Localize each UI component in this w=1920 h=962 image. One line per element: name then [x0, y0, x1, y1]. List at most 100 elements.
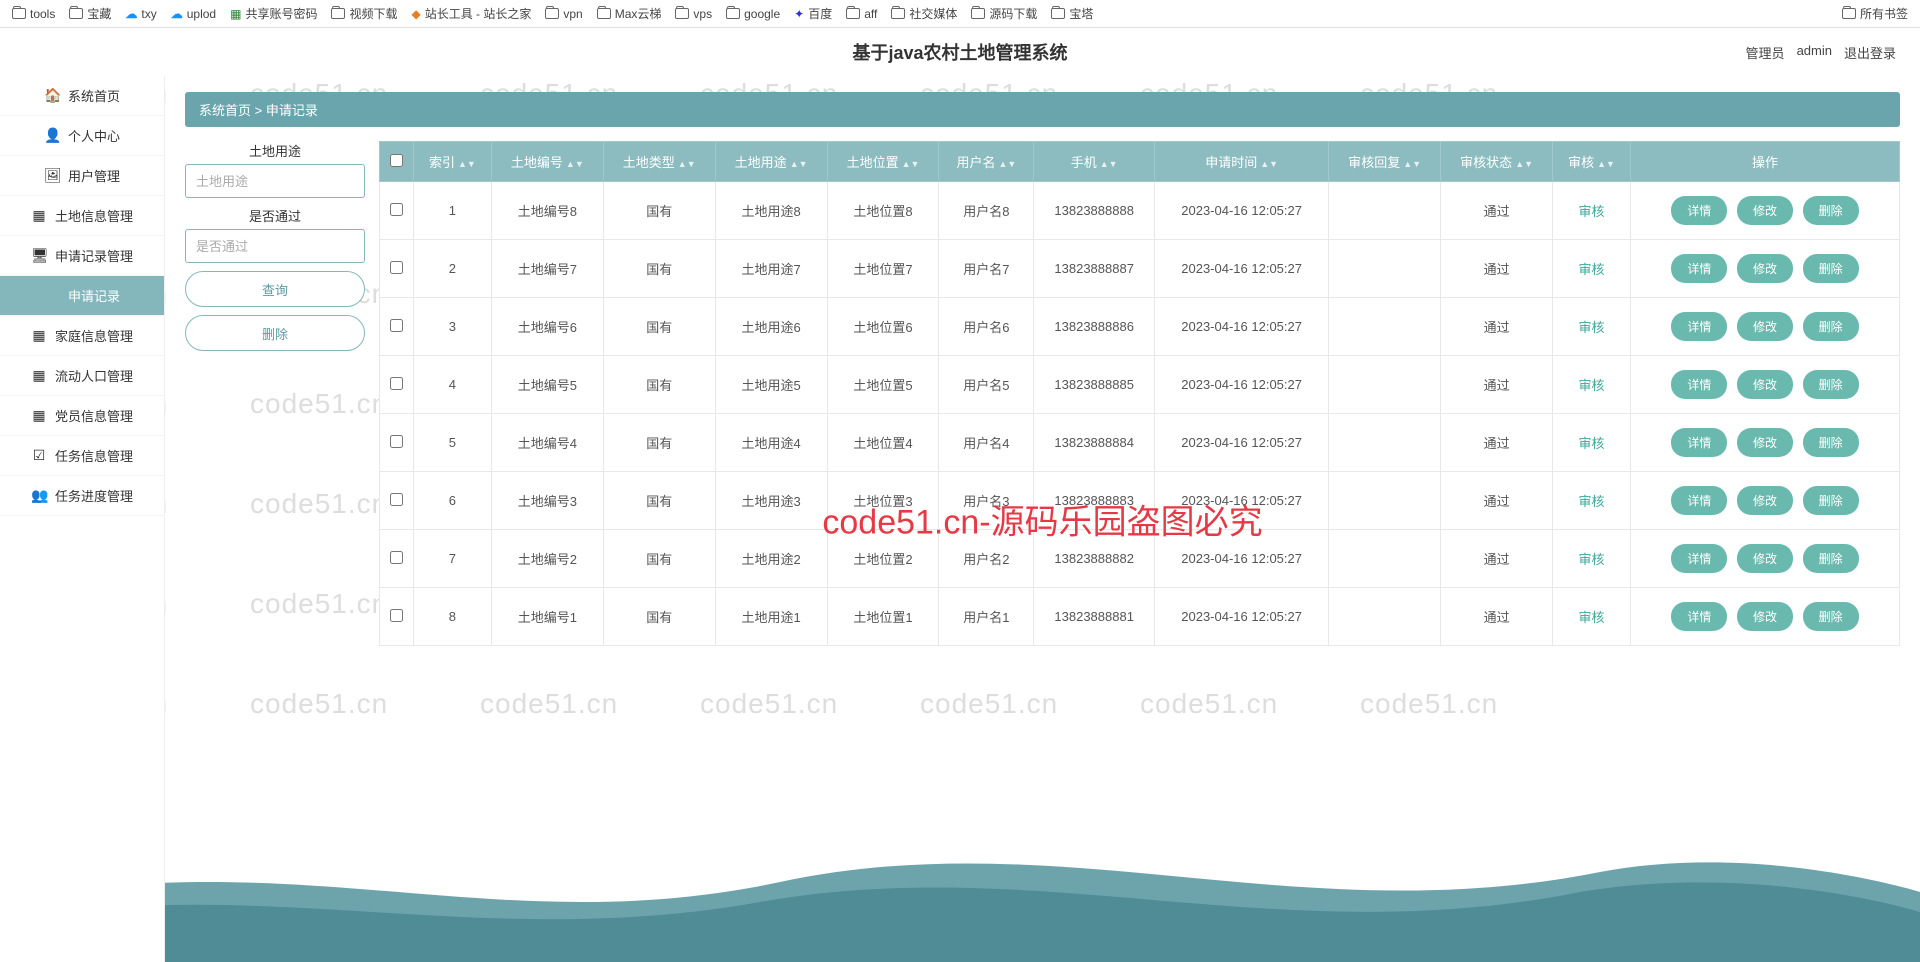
sort-icon[interactable]: ▲▼	[790, 159, 808, 169]
audit-link[interactable]: 审核	[1579, 552, 1605, 567]
audit-link[interactable]: 审核	[1579, 378, 1605, 393]
query-button[interactable]: 查询	[185, 271, 365, 307]
th-5[interactable]: 用户名▲▼	[939, 142, 1034, 182]
th-4[interactable]: 土地位置▲▼	[827, 142, 939, 182]
row-checkbox[interactable]	[390, 203, 403, 216]
bookmark-item[interactable]: 社交媒体	[891, 5, 957, 22]
detail-button[interactable]: 详情	[1671, 370, 1727, 399]
row-checkbox[interactable]	[390, 435, 403, 448]
th-1[interactable]: 土地编号▲▼	[491, 142, 603, 182]
sort-icon[interactable]: ▲▼	[458, 159, 476, 169]
sort-icon[interactable]: ▲▼	[1260, 159, 1278, 169]
bookmark-item[interactable]: ◆站长工具 - 站长之家	[411, 5, 531, 22]
filter-input-use[interactable]	[185, 164, 365, 198]
row-delete-button[interactable]: 删除	[1803, 428, 1859, 457]
edit-button[interactable]: 修改	[1737, 312, 1793, 341]
sort-icon[interactable]: ▲▼	[678, 159, 696, 169]
audit-link[interactable]: 审核	[1579, 610, 1605, 625]
sidebar-item-3[interactable]: ▦土地信息管理	[0, 196, 164, 236]
delete-button[interactable]: 删除	[185, 315, 365, 351]
th-9[interactable]: 审核状态▲▼	[1441, 142, 1553, 182]
row-delete-button[interactable]: 删除	[1803, 312, 1859, 341]
bookmark-item[interactable]: vpn	[545, 7, 582, 21]
bookmark-item[interactable]: ▦共享账号密码	[230, 5, 317, 22]
th-0[interactable]: 索引▲▼	[413, 142, 491, 182]
sidebar-item-4[interactable]: 🖥申请记录管理	[0, 236, 164, 276]
sidebar-item-6[interactable]: ▦家庭信息管理	[0, 316, 164, 356]
logout-link[interactable]: 退出登录	[1844, 43, 1896, 62]
sort-icon[interactable]: ▲▼	[1597, 159, 1615, 169]
row-delete-button[interactable]: 删除	[1803, 370, 1859, 399]
detail-button[interactable]: 详情	[1671, 602, 1727, 631]
row-checkbox[interactable]	[390, 609, 403, 622]
sort-icon[interactable]: ▲▼	[566, 159, 584, 169]
detail-button[interactable]: 详情	[1671, 486, 1727, 515]
bookmark-item[interactable]: 视频下载	[331, 5, 397, 22]
bookmark-item[interactable]: ☁txy	[125, 7, 156, 21]
row-delete-button[interactable]: 删除	[1803, 602, 1859, 631]
edit-button[interactable]: 修改	[1737, 428, 1793, 457]
row-delete-button[interactable]: 删除	[1803, 486, 1859, 515]
edit-button[interactable]: 修改	[1737, 254, 1793, 283]
th-8[interactable]: 审核回复▲▼	[1329, 142, 1441, 182]
audit-link[interactable]: 审核	[1579, 320, 1605, 335]
bookmark-item[interactable]: vps	[675, 7, 712, 21]
row-checkbox[interactable]	[390, 551, 403, 564]
th-7[interactable]: 申请时间▲▼	[1154, 142, 1328, 182]
edit-button[interactable]: 修改	[1737, 196, 1793, 225]
audit-link[interactable]: 审核	[1579, 436, 1605, 451]
th-3[interactable]: 土地用途▲▼	[715, 142, 827, 182]
row-delete-button[interactable]: 删除	[1803, 544, 1859, 573]
sort-icon[interactable]: ▲▼	[1100, 159, 1118, 169]
edit-button[interactable]: 修改	[1737, 602, 1793, 631]
cell-status: 通过	[1441, 414, 1553, 472]
row-delete-button[interactable]: 删除	[1803, 254, 1859, 283]
select-all-checkbox[interactable]	[390, 154, 403, 167]
bookmark-item[interactable]: google	[726, 7, 780, 21]
row-checkbox[interactable]	[390, 377, 403, 390]
detail-button[interactable]: 详情	[1671, 196, 1727, 225]
bookmark-item[interactable]: 源码下载	[971, 5, 1037, 22]
bookmark-item[interactable]: aff	[846, 7, 877, 21]
folder-icon	[331, 8, 345, 19]
sidebar-item-2[interactable]: 🖼用户管理	[0, 156, 164, 196]
th-10[interactable]: 审核▲▼	[1553, 142, 1631, 182]
sort-icon[interactable]: ▲▼	[1515, 159, 1533, 169]
user-role: 管理员	[1746, 43, 1785, 62]
bookmark-item[interactable]: tools	[12, 7, 55, 21]
bookmark-item[interactable]: ☁uplod	[171, 7, 216, 21]
sidebar-item-8[interactable]: ▦党员信息管理	[0, 396, 164, 436]
bookmark-item[interactable]: Max云梯	[597, 5, 662, 22]
audit-link[interactable]: 审核	[1579, 262, 1605, 277]
sidebar-item-1[interactable]: 👤个人中心	[0, 116, 164, 156]
filter-input-pass[interactable]	[185, 229, 365, 263]
th-2[interactable]: 土地类型▲▼	[603, 142, 715, 182]
sort-icon[interactable]: ▲▼	[1403, 159, 1421, 169]
audit-link[interactable]: 审核	[1579, 204, 1605, 219]
edit-button[interactable]: 修改	[1737, 370, 1793, 399]
sidebar-item-10[interactable]: 👥任务进度管理	[0, 476, 164, 516]
bookmark-item[interactable]: 宝塔	[1051, 5, 1093, 22]
row-checkbox[interactable]	[390, 261, 403, 274]
edit-button[interactable]: 修改	[1737, 544, 1793, 573]
sidebar-item-5[interactable]: 申请记录	[0, 276, 164, 316]
sidebar-item-0[interactable]: 🏠系统首页	[0, 76, 164, 116]
row-checkbox[interactable]	[390, 319, 403, 332]
audit-link[interactable]: 审核	[1579, 494, 1605, 509]
th-11[interactable]: 操作	[1631, 142, 1900, 182]
sort-icon[interactable]: ▲▼	[902, 159, 920, 169]
th-6[interactable]: 手机▲▼	[1034, 142, 1155, 182]
sidebar-item-7[interactable]: ▦流动人口管理	[0, 356, 164, 396]
row-delete-button[interactable]: 删除	[1803, 196, 1859, 225]
row-checkbox[interactable]	[390, 493, 403, 506]
sidebar-item-9[interactable]: ☑任务信息管理	[0, 436, 164, 476]
detail-button[interactable]: 详情	[1671, 544, 1727, 573]
detail-button[interactable]: 详情	[1671, 254, 1727, 283]
detail-button[interactable]: 详情	[1671, 428, 1727, 457]
edit-button[interactable]: 修改	[1737, 486, 1793, 515]
sort-icon[interactable]: ▲▼	[999, 159, 1017, 169]
bookmark-item[interactable]: ✦百度	[794, 5, 832, 22]
bookmark-item[interactable]: 宝藏	[69, 5, 111, 22]
detail-button[interactable]: 详情	[1671, 312, 1727, 341]
bookmark-all[interactable]: 所有书签	[1842, 5, 1908, 22]
